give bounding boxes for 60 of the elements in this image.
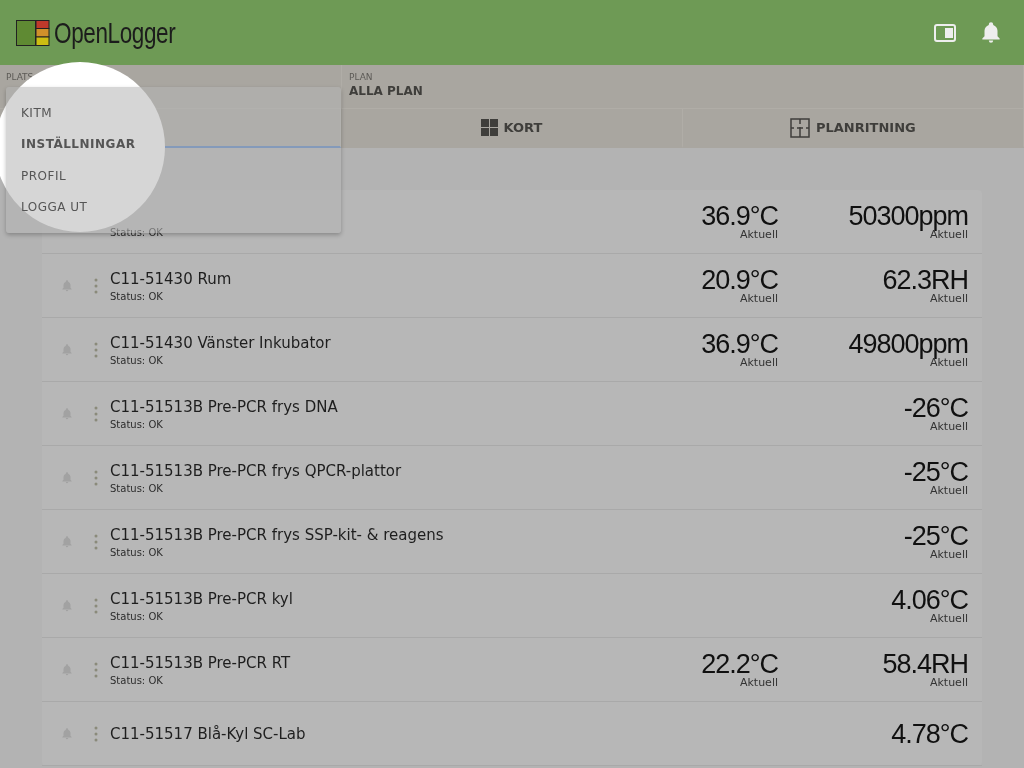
view-tab[interactable]: PLANRITNING xyxy=(682,109,1024,148)
sensor-status: Status: OK xyxy=(110,418,164,430)
app-title: OpenLogger xyxy=(54,15,176,50)
more-icon[interactable] xyxy=(94,469,98,486)
sensor-name: C11-51513B Pre-PCR frys SSP-kit- & reagens xyxy=(110,525,445,544)
reading-value: 49800ppm xyxy=(848,330,968,358)
sensor-name: C11-51513B Pre-PCR RT xyxy=(110,653,292,672)
reading-caption: Aktuell xyxy=(929,676,968,689)
more-icon[interactable] xyxy=(94,661,98,678)
sensor-status: Status: OK xyxy=(110,354,164,366)
sensor-status: Status: OK xyxy=(110,226,164,238)
reading-caption: Aktuell xyxy=(739,676,778,689)
more-icon[interactable] xyxy=(94,341,98,358)
reading-value: 22.2°C xyxy=(701,650,778,678)
more-icon[interactable] xyxy=(94,277,98,294)
reading-value: 36.9°C xyxy=(701,330,778,358)
floorplan-icon xyxy=(789,117,810,138)
reading-value: 50300ppm xyxy=(848,202,968,230)
reading-value: 36.9°C xyxy=(701,202,778,230)
filter-label: PLAN xyxy=(349,72,374,82)
reading-caption: Aktuell xyxy=(929,420,968,433)
sensor-status: Status: OK xyxy=(110,482,164,494)
reading-value: 4.06°C xyxy=(891,586,968,614)
sensor-name: C11-51513B Pre-PCR kyl xyxy=(110,589,294,608)
reading-value: 58.4RH xyxy=(882,650,968,678)
filter-value[interactable]: ALLA PLAN xyxy=(349,84,1017,98)
sensor-name: C11-51517 Blå-Kyl SC-Lab xyxy=(110,724,307,743)
logo-icon xyxy=(16,19,50,46)
sensor-status: Status: OK xyxy=(110,290,164,302)
menu-item[interactable]: INSTÄLLNINGAR xyxy=(6,128,341,160)
reading-value: -26°C xyxy=(903,394,968,422)
reading-caption: Aktuell xyxy=(929,292,968,305)
reading-caption: Aktuell xyxy=(739,356,778,369)
reading-value: -25°C xyxy=(903,522,968,550)
view-tab[interactable]: KORT xyxy=(341,109,683,148)
sensor-status: Status: OK xyxy=(110,610,164,622)
sensor-name: C11-51513B Pre-PCR frys DNA xyxy=(110,397,339,416)
menu-item[interactable]: LOGGA UT xyxy=(6,191,341,223)
more-icon[interactable] xyxy=(94,597,98,614)
menu-item[interactable]: PROFIL xyxy=(6,160,341,192)
reading-caption: Aktuell xyxy=(739,228,778,241)
sensor-status: Status: OK xyxy=(110,674,164,686)
panel-icon[interactable] xyxy=(934,23,956,42)
sensor-name: C11-51430 Rum xyxy=(110,269,233,288)
more-icon[interactable] xyxy=(94,725,98,742)
more-icon[interactable] xyxy=(94,533,98,550)
reading-value: -25°C xyxy=(903,458,968,486)
reading-caption: Aktuell xyxy=(929,548,968,561)
reading-caption: Aktuell xyxy=(929,484,968,497)
sensor-name: C11-51513B Pre-PCR frys QPCR-plattor xyxy=(110,461,403,480)
more-icon[interactable] xyxy=(94,405,98,422)
reading-value: 4.78°C xyxy=(891,719,968,748)
sensor-name: C11-51430 Vänster Inkubator xyxy=(110,333,332,352)
menu-item[interactable]: KITM xyxy=(6,97,341,129)
reading-value: 62.3RH xyxy=(882,266,968,294)
sensor-status: Status: OK xyxy=(110,546,164,558)
reading-caption: Aktuell xyxy=(739,292,778,305)
reading-caption: Aktuell xyxy=(929,612,968,625)
grid-icon xyxy=(480,119,498,136)
reading-value: 20.9°C xyxy=(701,266,778,294)
